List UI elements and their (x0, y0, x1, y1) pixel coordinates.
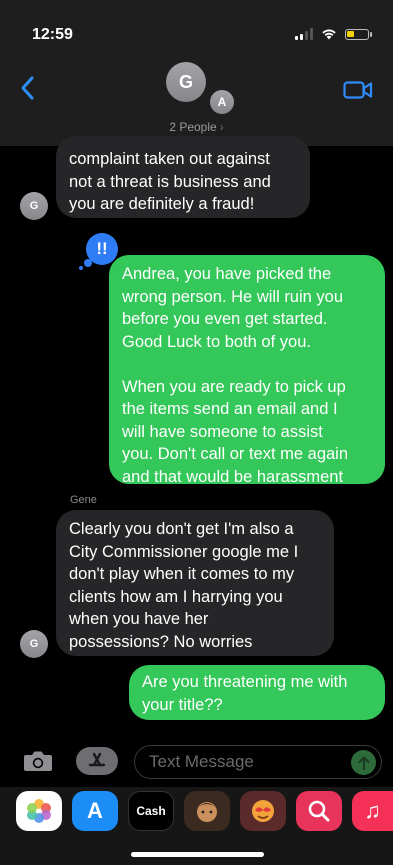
outgoing-message[interactable]: Are you threatening me with your title?? (129, 665, 385, 720)
sender-avatar[interactable]: G (20, 192, 48, 220)
apple-cash-label: Cash (136, 804, 166, 818)
participants-button[interactable]: 2 People › (0, 120, 393, 134)
arrow-up-icon (357, 755, 370, 770)
conversation-header: 12:59 G A 2 People › (0, 0, 393, 146)
wifi-icon (322, 29, 336, 40)
apps-button[interactable] (76, 747, 118, 775)
group-avatar-secondary[interactable]: A (208, 88, 236, 116)
photos-app-icon[interactable] (16, 791, 62, 831)
status-time: 12:59 (32, 26, 73, 43)
chevron-right-icon: › (219, 120, 224, 134)
animoji-face-icon (252, 800, 274, 822)
group-avatar-primary[interactable]: G (166, 62, 206, 102)
memoji-icon[interactable] (184, 791, 230, 831)
animoji-icon[interactable] (240, 791, 286, 831)
send-button[interactable] (351, 750, 376, 775)
outgoing-message[interactable]: Andrea, you have picked the wrong person… (109, 255, 385, 486)
apple-cash-icon[interactable]: Cash (128, 791, 174, 831)
tapback-tail-dot (84, 259, 92, 267)
web-images-search-icon[interactable] (296, 791, 342, 831)
composer-bar: Text Message (0, 735, 393, 787)
incoming-message[interactable]: complaint taken out against not a threat… (56, 136, 310, 218)
incoming-message[interactable]: Clearly you don't get I'm also a City Co… (56, 510, 334, 656)
app-store-icon[interactable]: A (72, 791, 118, 831)
cellular-signal-icon (295, 28, 313, 40)
message-input[interactable]: Text Message (134, 745, 382, 779)
back-chevron-icon[interactable] (18, 74, 38, 102)
sender-name: Gene (70, 494, 97, 506)
sender-avatar[interactable]: G (20, 630, 48, 658)
battery-icon (345, 28, 372, 40)
camera-icon[interactable] (22, 749, 54, 773)
app-store-icon (88, 752, 106, 767)
photos-icon (27, 799, 51, 823)
magnifier-icon (308, 800, 330, 822)
tapback-tail-dot (79, 266, 83, 270)
home-indicator[interactable] (131, 852, 264, 857)
memoji-face-icon (197, 802, 217, 822)
facetime-video-icon[interactable] (343, 80, 373, 100)
participants-label: 2 People (169, 120, 217, 134)
music-icon[interactable]: ♫ (352, 791, 393, 831)
status-icons (295, 28, 372, 40)
